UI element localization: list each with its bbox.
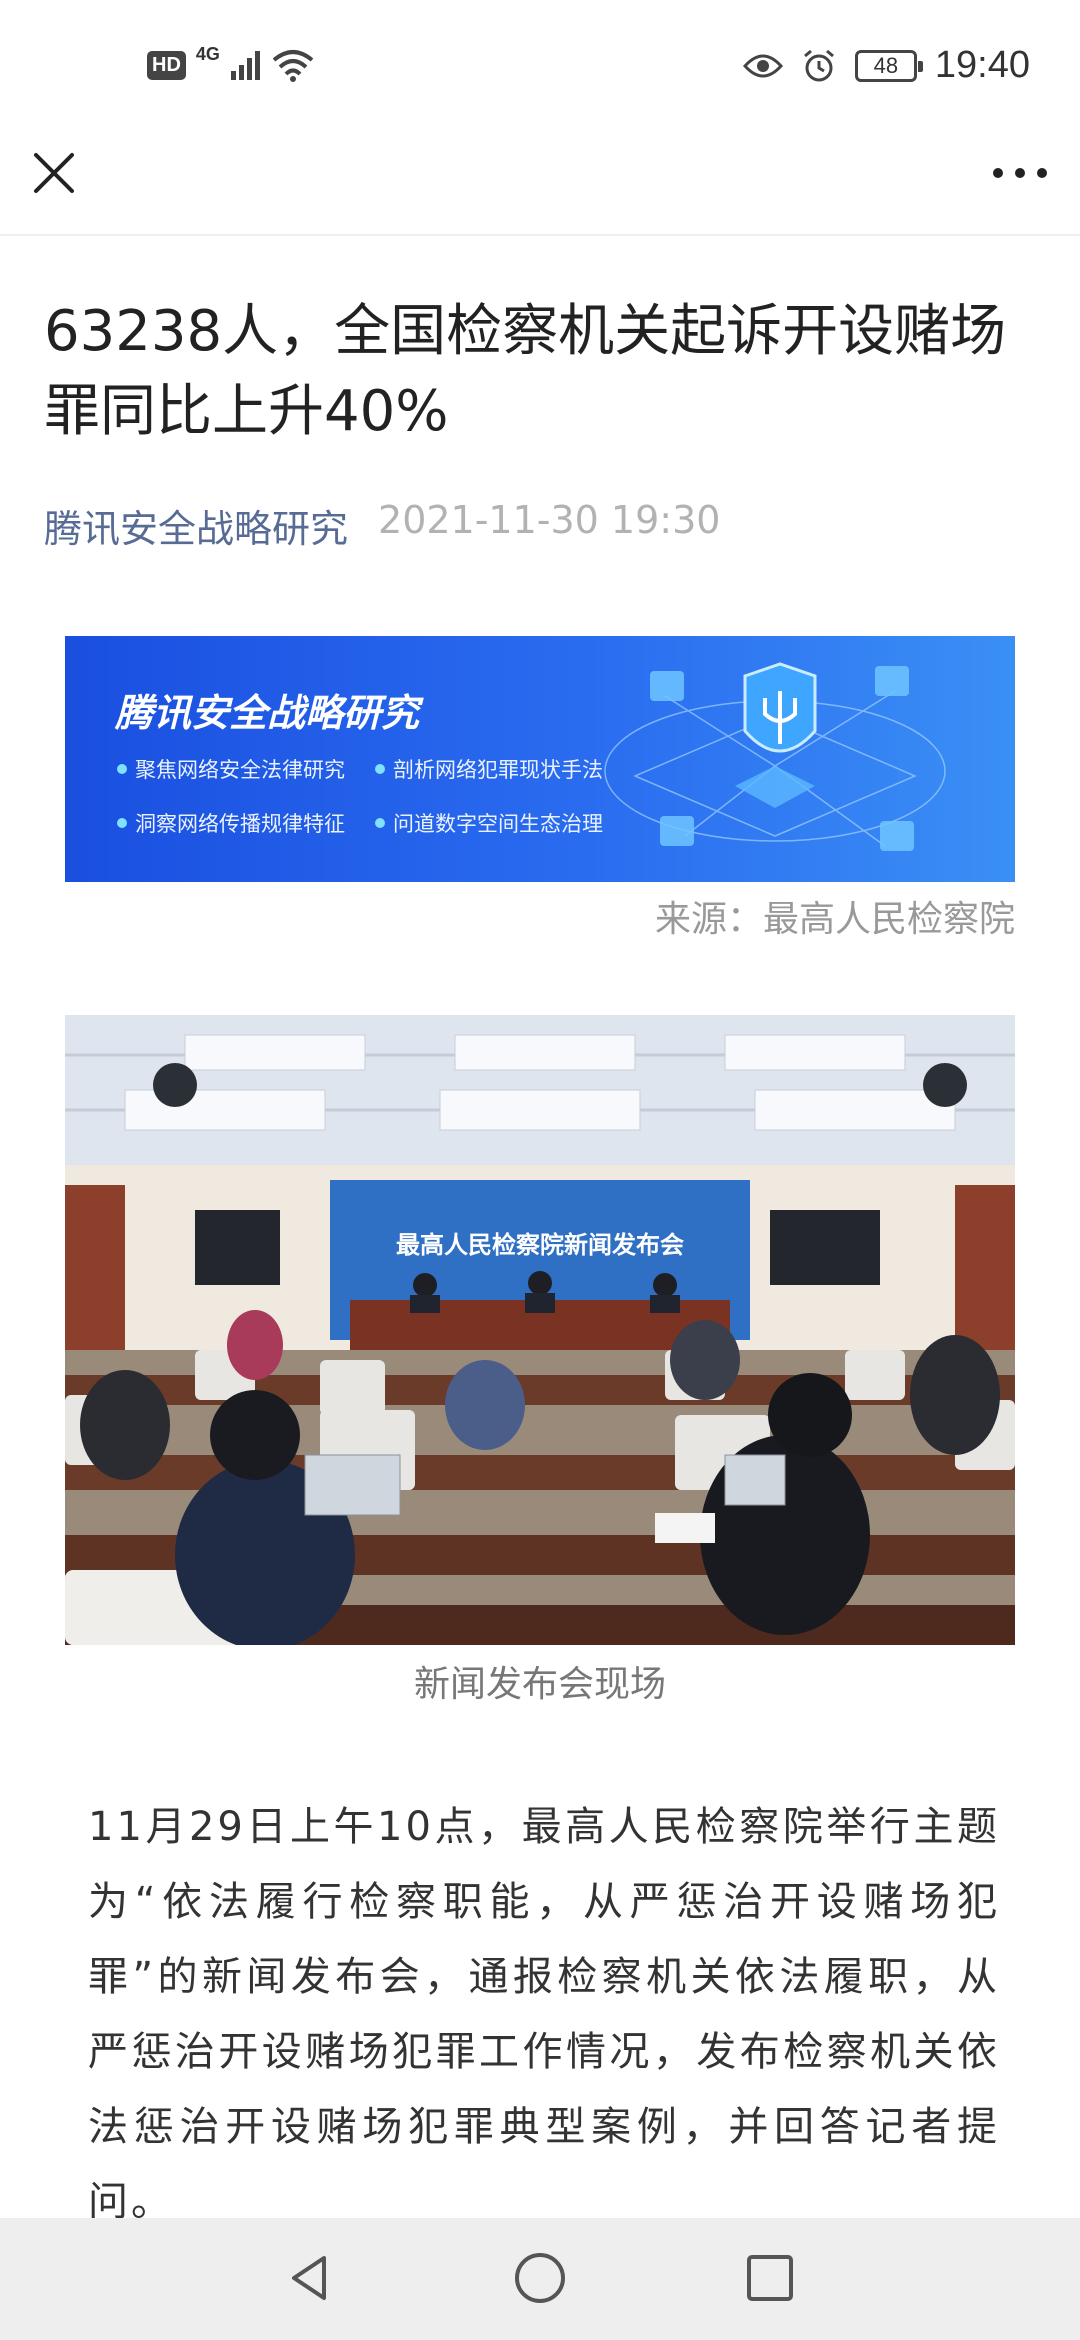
article-meta: 腾讯安全战略研究 2021-11-30 19:30	[44, 498, 720, 553]
press-conference-photo[interactable]: 最高人民检察院新闻发布会	[65, 1015, 1015, 1645]
status-bar: HD 4G 48 19:40	[0, 0, 1080, 130]
alarm-icon	[803, 49, 834, 81]
hd-badge: HD	[147, 50, 186, 80]
more-dots-icon	[993, 168, 1047, 178]
recents-square-icon	[747, 2255, 793, 2301]
banner-item: 剖析网络犯罪现状手法	[375, 754, 603, 784]
recents-button[interactable]	[740, 2248, 800, 2308]
system-navigation-bar	[0, 2218, 1080, 2340]
network-type: 4G	[195, 44, 220, 64]
wifi-icon	[272, 50, 314, 82]
article-title: 63238人，全国检察机关起诉开设赌场罪同比上升40%	[44, 299, 1007, 444]
more-options-button[interactable]	[988, 147, 1052, 199]
bullet-icon	[117, 818, 127, 828]
article-paragraph: 11月29日上午10点，最高人民检察院举行主题为“依法履行检察职能，从严惩治开设…	[88, 1804, 1000, 2225]
press-conference-scene: 最高人民检察院新闻发布会	[65, 1015, 1015, 1645]
banner-item: 洞察网络传播规律特征	[117, 808, 345, 838]
eye-icon	[742, 54, 783, 77]
home-button[interactable]	[510, 2248, 570, 2308]
close-button[interactable]	[28, 147, 80, 199]
close-icon	[34, 153, 74, 193]
back-button[interactable]	[280, 2248, 340, 2308]
article-toolbar	[0, 130, 1080, 236]
shield-network-illustration	[604, 662, 946, 851]
battery-indicator: 48	[854, 49, 923, 82]
signal-icon	[230, 51, 260, 80]
header-banner-image[interactable]: 腾讯安全战略研究 聚焦网络安全法律研究 剖析网络犯罪现状手法 洞察网络传播规律特…	[65, 636, 1015, 882]
banner-item: 问道数字空间生态治理	[375, 808, 603, 838]
banner-item: 聚焦网络安全法律研究	[117, 754, 345, 784]
backdrop-text: 最高人民检察院新闻发布会	[396, 1231, 684, 1259]
banner-title: 腾讯安全战略研究	[115, 691, 420, 735]
status-left: HD 4G	[147, 44, 314, 82]
banner-item-label: 聚焦网络安全法律研究	[135, 758, 345, 782]
banner-item-label: 剖析网络犯罪现状手法	[393, 758, 603, 782]
banner-item-label: 洞察网络传播规律特征	[135, 812, 345, 836]
bullet-icon	[375, 818, 385, 828]
clock: 19:40	[934, 44, 1030, 86]
banner-item-label: 问道数字空间生态治理	[393, 812, 603, 836]
home-circle-icon	[515, 2253, 565, 2303]
status-right: 48 19:40	[742, 44, 1030, 87]
back-triangle-icon	[292, 2256, 326, 2300]
bullet-icon	[117, 764, 127, 774]
account-name-link[interactable]: 腾讯安全战略研究	[44, 498, 348, 553]
image-source-caption: 来源：最高人民检察院	[654, 899, 1015, 940]
bullet-icon	[375, 764, 385, 774]
photo-caption: 新闻发布会现场	[413, 1664, 666, 1705]
publish-date: 2021-11-30 19:30	[378, 498, 721, 542]
